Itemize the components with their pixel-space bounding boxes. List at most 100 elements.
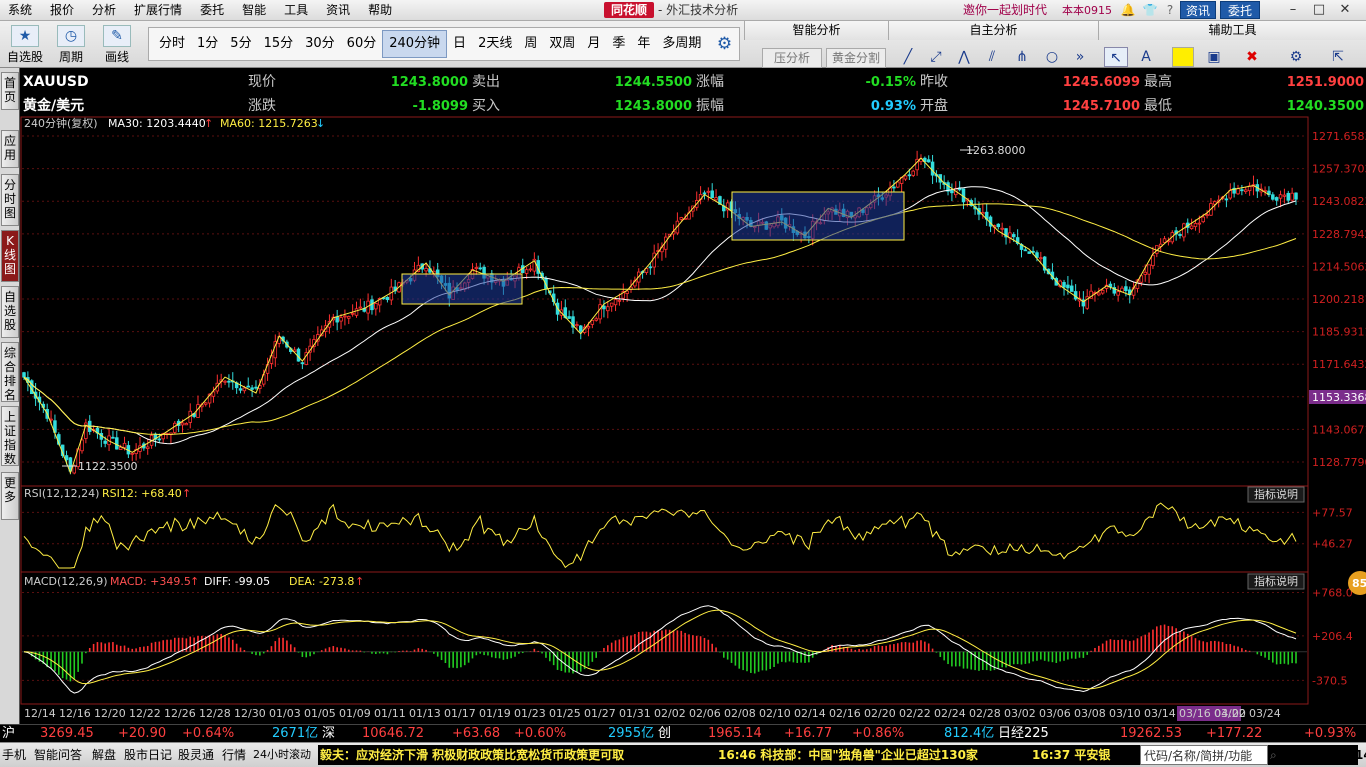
bottom-qa[interactable]: 智能问答 <box>34 743 82 767</box>
label-prev-close: 昨收 <box>920 74 948 90</box>
label-open: 开盘 <box>920 97 948 114</box>
sz-label: 深 <box>322 726 336 741</box>
date-label: 03/24 <box>1249 707 1281 720</box>
svg-text:85: 85 <box>1352 577 1366 590</box>
bottom-market[interactable]: 行情 <box>222 743 246 767</box>
search-icon[interactable]: ⌕ <box>1270 743 1277 767</box>
candle-body <box>343 315 347 318</box>
consolidation-box <box>731 191 905 241</box>
macd-help-button[interactable]: 指标说明 <box>1247 573 1305 590</box>
candle-body <box>1201 216 1205 223</box>
candle-body <box>1224 198 1229 201</box>
bottom-diary[interactable]: 股市日记 <box>124 743 172 767</box>
date-label: 02/10 <box>759 707 791 720</box>
candle-body <box>478 267 482 270</box>
label-change: 涨跌 <box>248 98 276 114</box>
candle-body <box>609 302 614 307</box>
candle-body <box>586 326 591 329</box>
date-label: 03/14 <box>1144 707 1176 720</box>
candle-body <box>590 320 595 325</box>
label-price: 现价 <box>248 74 276 90</box>
value-buy: 1243.8000 <box>615 99 692 114</box>
candle-body <box>354 308 359 316</box>
ma60-label: MA60: 1215.7263 <box>220 117 318 130</box>
news-item-1[interactable]: 毅夫：应对经济下滑 积极财政政策比宽松货币政策更可取 <box>320 743 624 767</box>
candle-body <box>679 217 684 220</box>
sh-change: +20.90 <box>118 726 167 741</box>
candle-body <box>1151 254 1155 266</box>
candle-body <box>1062 282 1066 288</box>
bottom-24h[interactable]: 24小时滚动 <box>253 743 311 767</box>
symbol-code: XAUUSD <box>23 74 89 90</box>
candle-body <box>594 318 598 321</box>
date-label: 12/30 <box>234 707 266 720</box>
date-label: 01/09 <box>339 707 371 720</box>
price-tick-label: 1243.0823 <box>1312 195 1366 208</box>
rsi-label: RSI(12,12,24) <box>24 487 99 500</box>
rj-value: 19262.53 <box>1120 726 1183 741</box>
candle-body <box>180 422 185 426</box>
date-label: 12/20 <box>94 707 126 720</box>
chart-area[interactable]: XAUUSD 黄金/美元 现价 1243.8000 卖出 1244.5500 涨… <box>0 0 1366 724</box>
candle-body <box>1070 285 1074 292</box>
sh-label: 沪 <box>2 726 16 741</box>
candle-body <box>896 181 900 188</box>
ma30-line <box>23 186 1297 445</box>
date-label: 01/13 <box>409 707 441 720</box>
arrow-up-icon: ↑ <box>355 575 364 588</box>
candle-body <box>524 269 529 274</box>
candle-body <box>339 317 343 322</box>
rsi-tick-label: +77.57 <box>1312 506 1353 519</box>
news-item-2[interactable]: 16:46 科技部：中国"独角兽"企业已超过130家 <box>718 743 978 767</box>
ma-period-label: 240分钟(复权) <box>24 116 98 130</box>
candle-body <box>648 266 653 269</box>
candle-body <box>606 306 610 312</box>
label-amplitude: 振幅 <box>696 98 724 114</box>
ma30-label: MA30: 1203.4440 <box>108 117 206 130</box>
svg-text:指标说明: 指标说明 <box>1254 487 1298 501</box>
news-item-3[interactable]: 16:37 平安银 <box>1032 743 1110 767</box>
date-label: 02/14 <box>794 707 826 720</box>
rsi-help-button[interactable]: 指标说明 <box>1247 486 1305 503</box>
candle-body <box>424 268 428 272</box>
candle-body <box>1193 223 1198 228</box>
diff-value: DIFF: -99.05 <box>204 575 270 588</box>
value-sell: 1244.5500 <box>615 75 692 90</box>
rsi-line <box>23 502 1297 569</box>
candle-body <box>1271 194 1275 200</box>
bottom-mobile[interactable]: 手机 <box>2 743 26 767</box>
date-label: 03/10 <box>1109 707 1141 720</box>
rj-pct: +0.93% <box>1304 726 1357 741</box>
candle-body <box>1023 249 1028 252</box>
sz-change: +63.68 <box>452 726 501 741</box>
bottom-jiepan[interactable]: 解盘 <box>92 743 116 767</box>
price-tick-label: 1185.9311 <box>1312 326 1366 339</box>
date-label: 01/05 <box>304 707 336 720</box>
date-label: 12/16 <box>59 707 91 720</box>
bottom-bar: 手机 智能问答 解盘 股市日记 股灵通 行情 24小时滚动 毅夫：应对经济下滑 … <box>0 742 1366 767</box>
candle-body <box>130 452 135 455</box>
cy-value: 1965.14 <box>708 726 762 741</box>
symbol-name: 黄金/美元 <box>23 97 84 114</box>
sz-pct: +0.60% <box>514 726 567 741</box>
candle-body <box>598 304 602 320</box>
candle-body <box>1290 192 1294 201</box>
candle-body <box>103 440 107 444</box>
candle-body <box>157 438 162 441</box>
candle-body <box>350 312 355 315</box>
date-label: 01/11 <box>374 707 406 720</box>
grid-lines <box>22 135 1307 681</box>
bottom-gulingtong[interactable]: 股灵通 <box>178 743 214 767</box>
candle-body <box>72 465 77 474</box>
candle-body <box>714 197 718 201</box>
price-tick-label: 1171.6432 <box>1312 358 1366 371</box>
search-input[interactable]: 代码/名称/简拼/功能 <box>1140 745 1268 765</box>
candle-body <box>1162 238 1167 243</box>
macd-tick-label: +768.0 <box>1312 586 1353 599</box>
candle-body <box>118 446 123 450</box>
rsi-tick-label: +46.27 <box>1312 538 1353 551</box>
candle-body <box>22 372 26 378</box>
candle-body <box>1097 292 1101 296</box>
macd-label: MACD(12,26,9) <box>24 575 108 588</box>
dea-line <box>23 609 1297 690</box>
